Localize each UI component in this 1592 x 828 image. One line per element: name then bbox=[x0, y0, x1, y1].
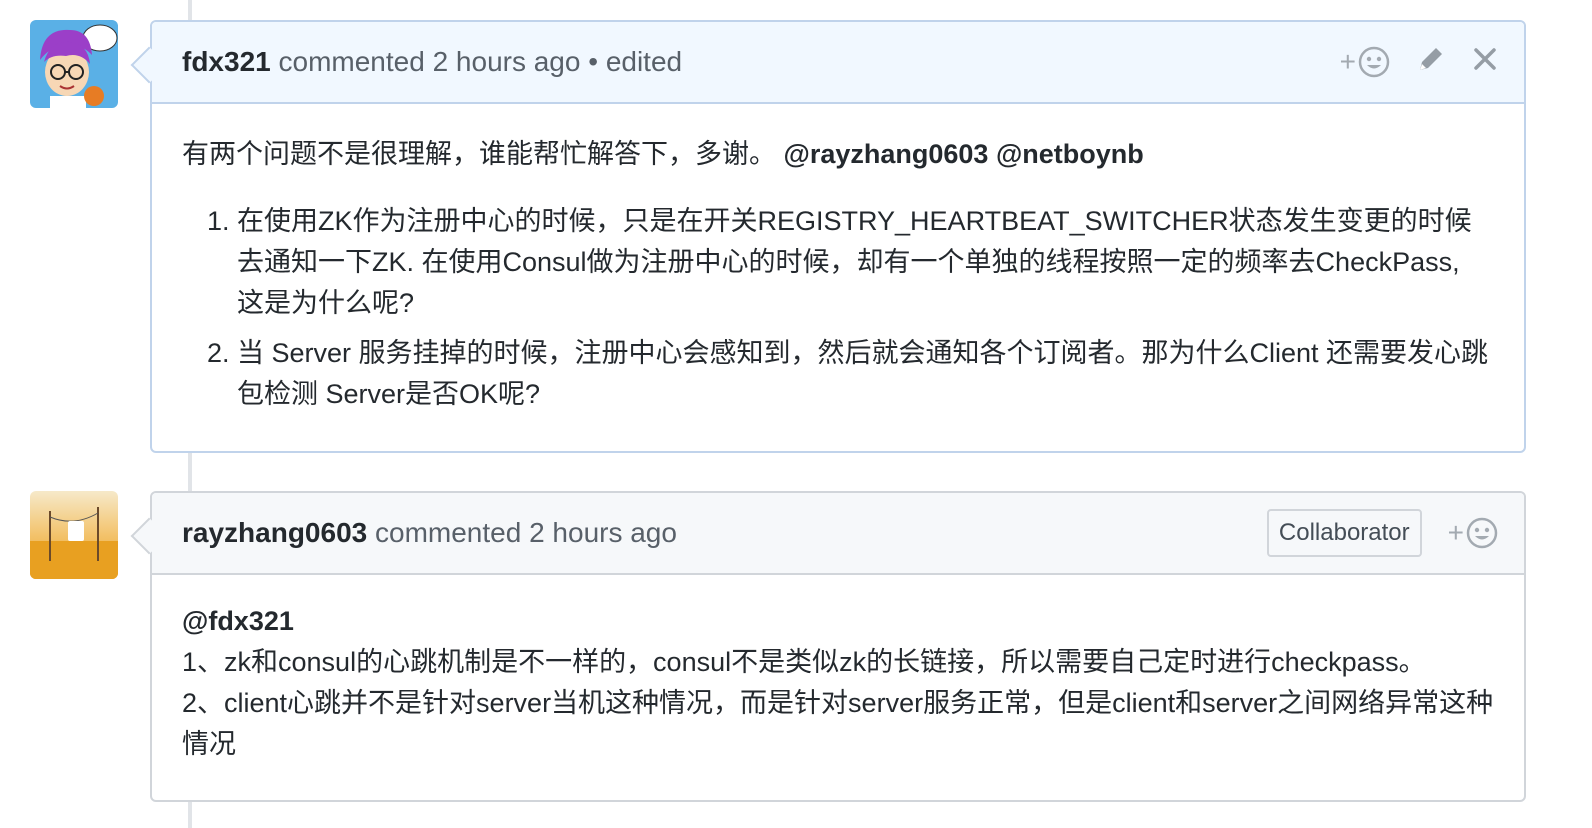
pencil-icon bbox=[1420, 47, 1442, 70]
avatar-rayzhang0603[interactable] bbox=[30, 491, 118, 579]
comment-fdx321: fdx321 commented 2 hours ago • edited + bbox=[130, 20, 1526, 453]
comment-meta[interactable]: commented 2 hours ago bbox=[367, 517, 677, 549]
add-reaction-button[interactable]: + bbox=[1340, 46, 1390, 78]
avatar-fdx321[interactable] bbox=[30, 20, 118, 108]
question-list: 在使用ZK作为注册中心的时候，只是在开关REGISTRY_HEARTBEAT_S… bbox=[182, 201, 1494, 415]
answer-line: 2、client心跳并不是针对server当机这种情况，而是针对server服务… bbox=[182, 688, 1494, 759]
list-item: 当 Server 服务挂掉的时候，注册中心会感知到，然后就会通知各个订阅者。那为… bbox=[237, 333, 1494, 415]
comment-header: fdx321 commented 2 hours ago • edited + bbox=[152, 22, 1524, 104]
edit-button[interactable] bbox=[1416, 44, 1446, 81]
user-mention[interactable]: @fdx321 bbox=[182, 601, 1494, 642]
list-item: 在使用ZK作为注册中心的时候，只是在开关REGISTRY_HEARTBEAT_S… bbox=[237, 201, 1494, 324]
comment-rayzhang0603: rayzhang0603 commented 2 hours ago Colla… bbox=[130, 491, 1526, 802]
plus-label: + bbox=[1339, 46, 1356, 77]
plus-label: + bbox=[1447, 517, 1464, 548]
comment-meta[interactable]: commented 2 hours ago • edited bbox=[271, 46, 682, 78]
comment-body: @fdx321 1、zk和consul的心跳机制是不一样的，consul不是类似… bbox=[152, 575, 1524, 765]
answer-line: 1、zk和consul的心跳机制是不一样的，consul不是类似zk的长链接，所… bbox=[182, 647, 1426, 677]
smiley-icon bbox=[1466, 517, 1498, 549]
close-icon bbox=[1474, 47, 1496, 70]
user-mentions[interactable]: @rayzhang0603 @netboynb bbox=[784, 139, 1144, 169]
author-link[interactable]: rayzhang0603 bbox=[182, 517, 367, 549]
collaborator-badge: Collaborator bbox=[1266, 509, 1422, 557]
add-reaction-button[interactable]: + bbox=[1448, 517, 1498, 549]
smiley-icon bbox=[1358, 46, 1390, 78]
author-link[interactable]: fdx321 bbox=[182, 46, 271, 78]
comment-header: rayzhang0603 commented 2 hours ago Colla… bbox=[152, 493, 1524, 575]
comment-actions: Collaborator + bbox=[1266, 493, 1498, 573]
intro-text: 有两个问题不是很理解，谁能帮忙解答下，多谢。 bbox=[182, 139, 776, 169]
comment-actions: + bbox=[1340, 22, 1498, 102]
comment-body: 有两个问题不是很理解，谁能帮忙解答下，多谢。 @rayzhang0603 @ne… bbox=[152, 104, 1524, 415]
delete-button[interactable] bbox=[1472, 46, 1498, 79]
comment-intro-paragraph: 有两个问题不是很理解，谁能帮忙解答下，多谢。 @rayzhang0603 @ne… bbox=[182, 134, 1494, 175]
